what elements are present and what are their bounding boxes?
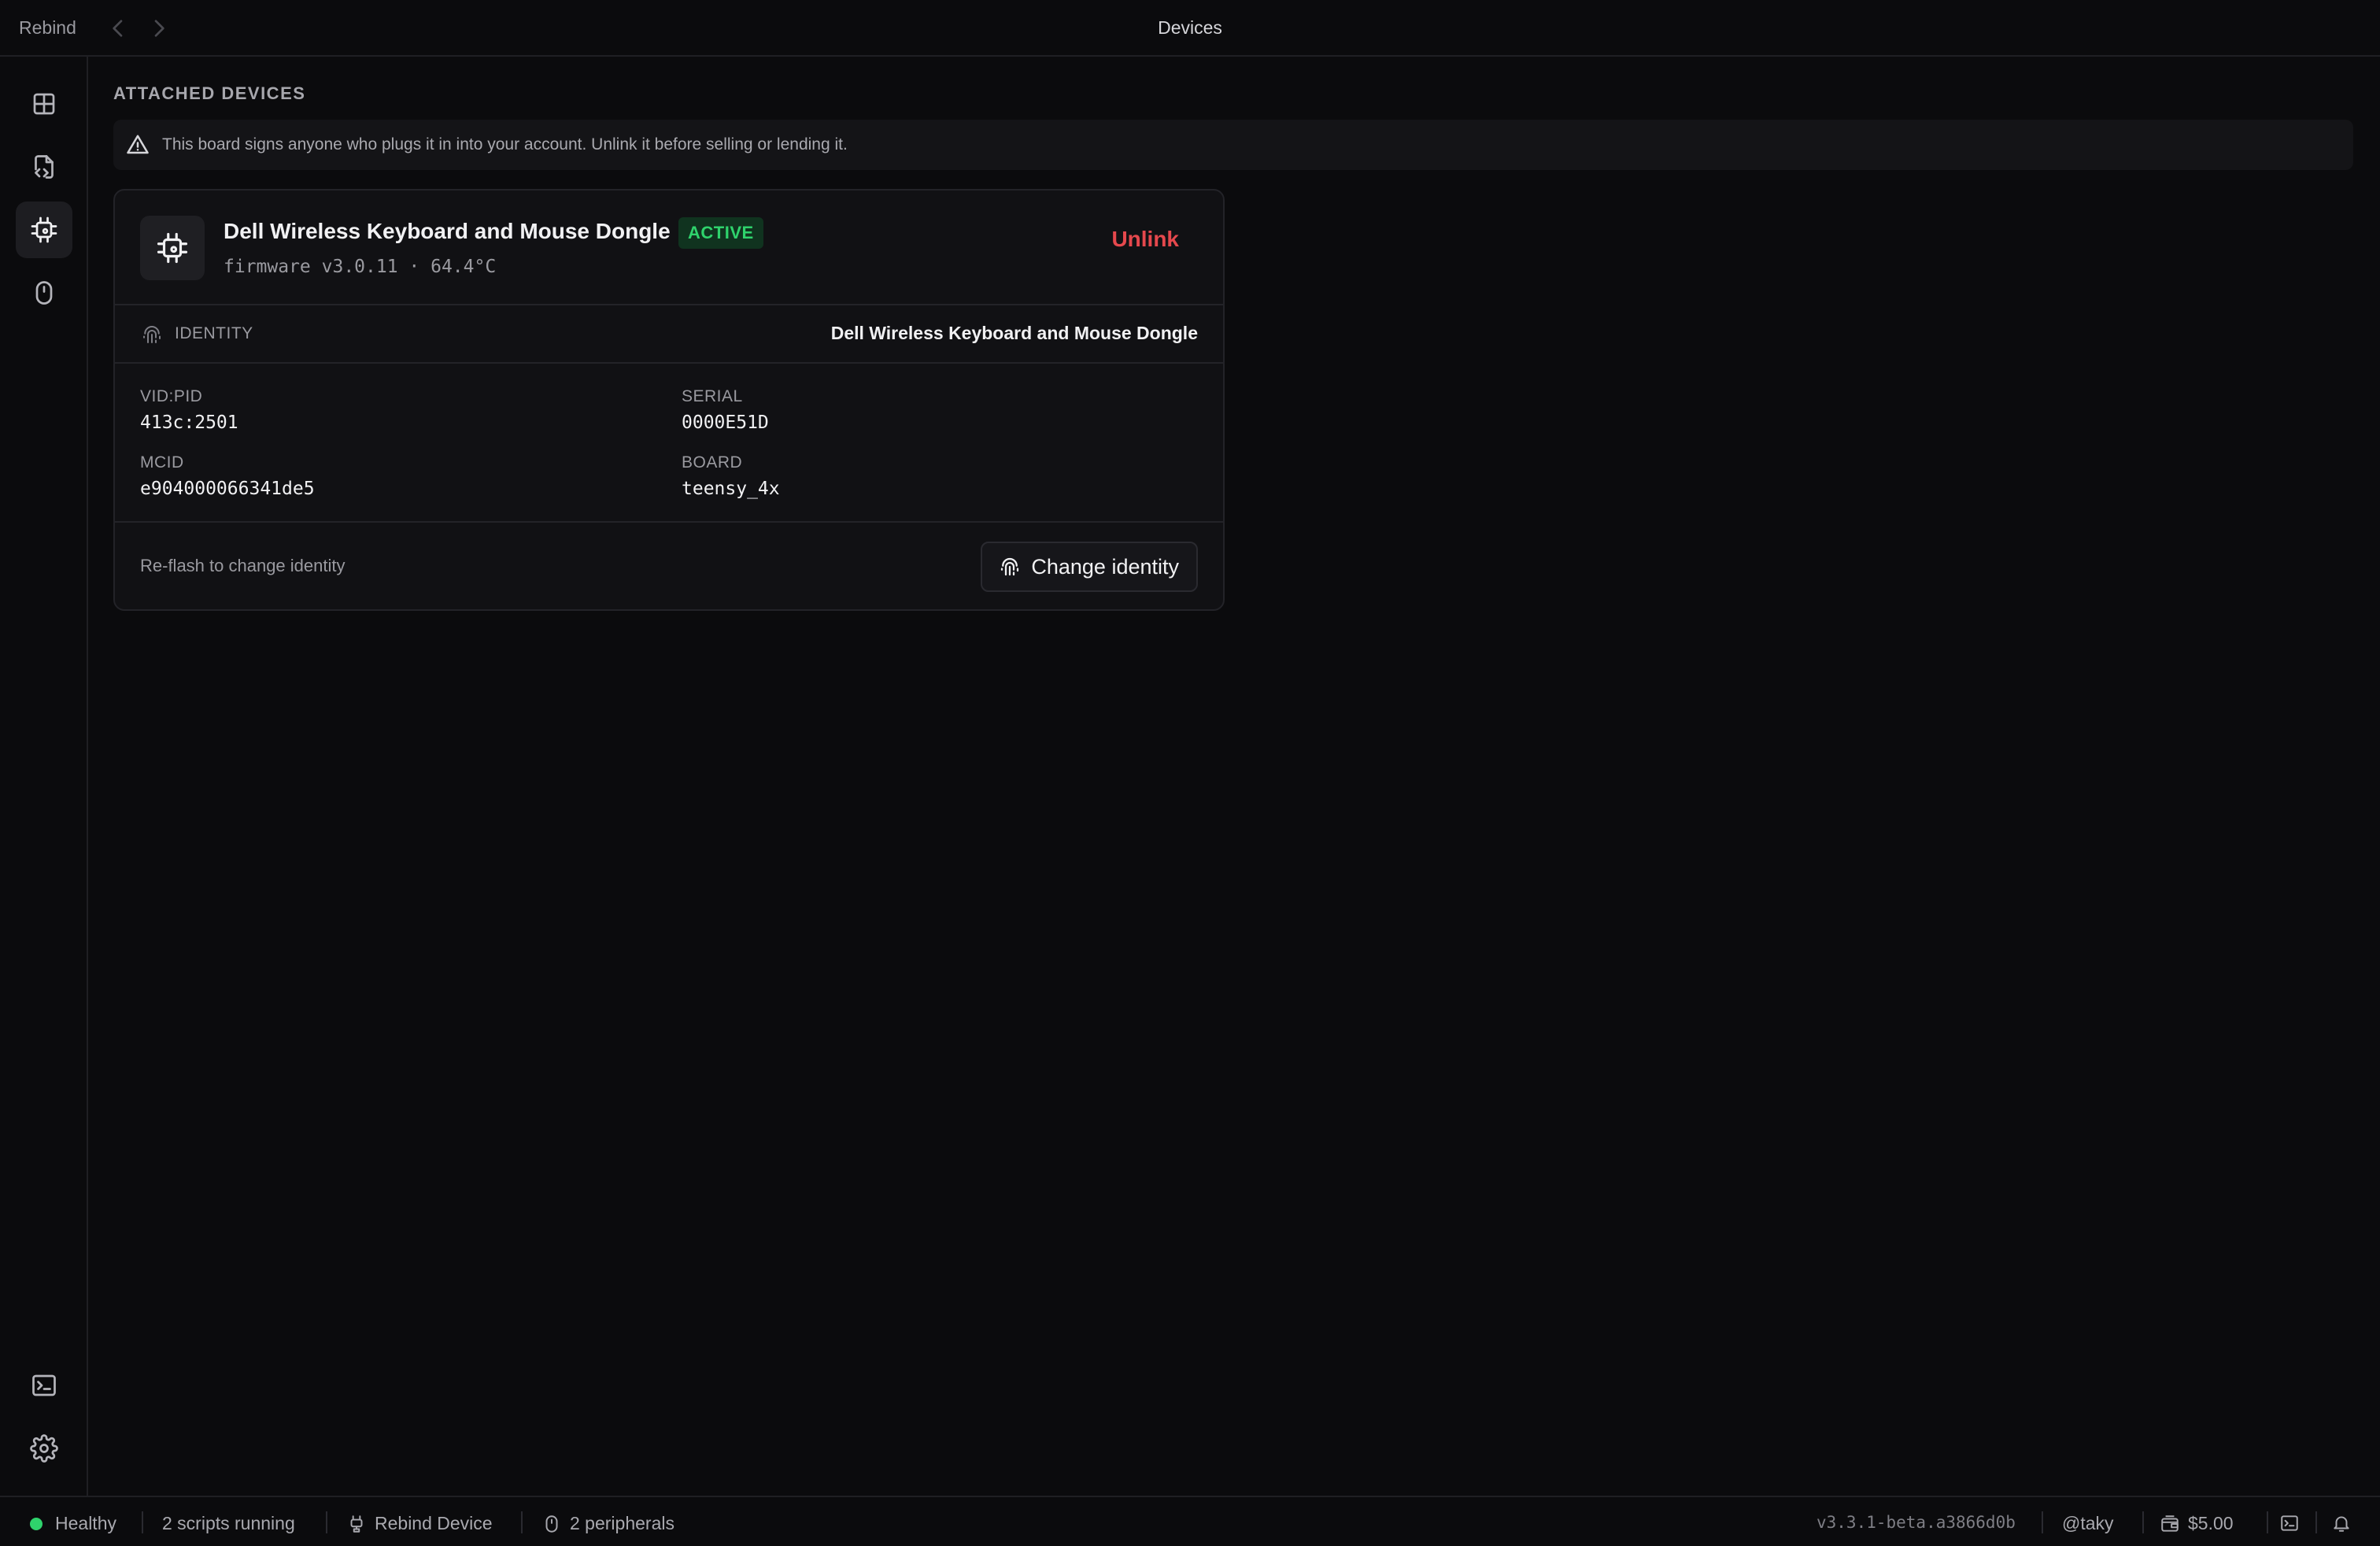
chip-icon (31, 216, 57, 243)
device-icon-box (140, 216, 205, 280)
chip-icon (157, 232, 188, 264)
window-title: Devices (1158, 17, 1222, 38)
section-title: ATTACHED DEVICES (113, 83, 306, 103)
field-mcid: MCID e904000066341de5 (140, 453, 315, 499)
firmware-info: firmware v3.0.11 · 64.4°C (224, 257, 497, 277)
divider (521, 1511, 523, 1533)
field-label: MCID (140, 453, 184, 472)
field-value: e904000066341de5 (140, 479, 315, 499)
status-badge: ACTIVE (678, 217, 763, 249)
divider (2267, 1511, 2268, 1533)
terminal-icon (32, 1374, 56, 1396)
version-label: v3.3.1-beta.a3866d0b (1816, 1513, 2016, 1532)
sidebar-item-dashboard[interactable] (16, 76, 72, 132)
health-label: Healthy (55, 1513, 116, 1533)
sidebar (0, 57, 88, 1496)
scripts-status[interactable]: 2 scripts running (162, 1513, 295, 1534)
sidebar-item-peripherals[interactable] (16, 264, 72, 321)
title-bar: Rebind Devices (0, 0, 2380, 57)
mouse-icon (545, 1515, 558, 1533)
scripts-label: 2 scripts running (162, 1513, 295, 1533)
balance-label: $5.00 (2188, 1513, 2234, 1533)
change-identity-label: Change identity (1031, 554, 1179, 579)
fingerprint-icon (1001, 557, 1019, 576)
device-card-header: Dell Wireless Keyboard and Mouse Dongle … (115, 190, 1223, 305)
mouse-icon (35, 281, 53, 305)
bell-icon (2334, 1516, 2349, 1532)
divider (142, 1511, 143, 1533)
field-label: VID:PID (140, 387, 203, 405)
divider (2315, 1511, 2317, 1533)
status-bar: Healthy 2 scripts running Rebind Device … (0, 1496, 2380, 1546)
wallet-balance[interactable]: $5.00 (2160, 1513, 2234, 1534)
peripherals-status[interactable]: 2 peripherals (541, 1513, 674, 1534)
gear-icon (30, 1434, 58, 1463)
peripherals-label: 2 peripherals (570, 1513, 674, 1533)
device-name: Dell Wireless Keyboard and Mouse Dongle (224, 219, 671, 243)
sidebar-item-devices[interactable] (16, 202, 72, 258)
divider (2042, 1511, 2043, 1533)
unlink-button[interactable]: Unlink (1111, 227, 1179, 252)
divider (2142, 1511, 2144, 1533)
divider (326, 1511, 327, 1533)
fingerprint-icon (143, 326, 161, 343)
warning-text: This board signs anyone who plugs it in … (162, 135, 848, 153)
field-label: BOARD (682, 453, 743, 472)
notifications-button[interactable] (2331, 1513, 2360, 1533)
warning-icon (127, 135, 149, 154)
health-status[interactable]: Healthy (30, 1513, 116, 1534)
status-dot-icon (30, 1517, 42, 1530)
field-vid-pid: VID:PID 413c:2501 (140, 387, 238, 433)
field-value: 0000E51D (682, 412, 769, 433)
wallet-icon (2161, 1515, 2179, 1532)
sidebar-item-console[interactable] (16, 1357, 72, 1414)
reflash-hint: Re-flash to change identity (140, 556, 346, 575)
field-label: SERIAL (682, 387, 743, 405)
terminal-icon (2281, 1515, 2298, 1531)
device-card-footer: Re-flash to change identity Change ident… (115, 521, 1223, 611)
console-button[interactable] (2279, 1513, 2308, 1533)
script-file-icon (35, 155, 54, 179)
field-board: BOARD teensy_4x (682, 453, 780, 499)
field-value: teensy_4x (682, 479, 780, 499)
device-status[interactable]: Rebind Device (346, 1513, 493, 1534)
change-identity-button[interactable]: Change identity (981, 542, 1198, 592)
field-serial: SERIAL 0000E51D (682, 387, 769, 433)
identity-value: Dell Wireless Keyboard and Mouse Dongle (830, 323, 1198, 343)
user-handle[interactable]: @taky (2062, 1513, 2114, 1534)
device-label: Rebind Device (375, 1513, 493, 1533)
plug-icon (350, 1515, 363, 1533)
field-value: 413c:2501 (140, 412, 238, 433)
dashboard-grid-icon (33, 93, 55, 115)
identity-row: IDENTITY Dell Wireless Keyboard and Mous… (115, 305, 1223, 364)
sidebar-item-scripts[interactable] (16, 139, 72, 195)
sidebar-item-settings[interactable] (16, 1420, 72, 1477)
warning-banner: This board signs anyone who plugs it in … (113, 120, 2353, 170)
device-card: Dell Wireless Keyboard and Mouse Dongle … (113, 189, 1225, 611)
main-content: ATTACHED DEVICES This board signs anyone… (88, 57, 2380, 1496)
identity-label: IDENTITY (175, 324, 253, 342)
